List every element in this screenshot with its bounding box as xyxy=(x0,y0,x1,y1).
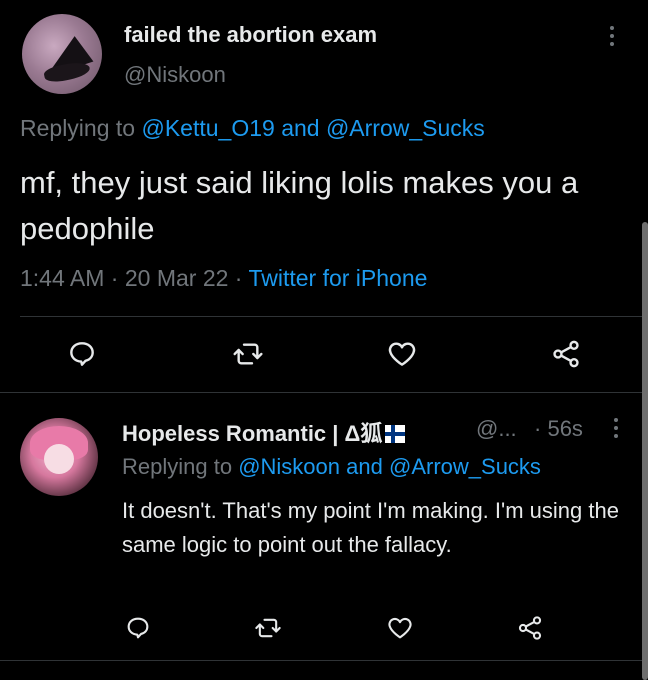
mention-link[interactable]: @Niskoon xyxy=(238,454,340,479)
replying-and: and xyxy=(346,454,383,479)
reply-icon[interactable] xyxy=(124,614,152,642)
separator: · xyxy=(234,265,243,291)
tweet-time[interactable]: 1:44 AM xyxy=(20,265,104,291)
retweet-icon[interactable] xyxy=(232,338,264,370)
user-handle[interactable]: @Niskoon xyxy=(124,62,226,88)
divider xyxy=(0,392,648,393)
mention-link[interactable]: @Arrow_Sucks xyxy=(326,115,485,141)
replying-to-label: Replying to xyxy=(122,454,233,479)
tweet-time-value: 56s xyxy=(547,416,583,441)
tweet-text: It doesn't. That's my point I'm making. … xyxy=(122,498,619,557)
avatar[interactable] xyxy=(22,14,102,94)
like-icon[interactable] xyxy=(386,338,418,370)
tweet-date[interactable]: 20 Mar 22 xyxy=(125,265,229,291)
share-icon[interactable] xyxy=(516,614,544,642)
divider xyxy=(20,316,648,317)
display-name[interactable]: failed the abortion exam xyxy=(124,22,377,48)
replying-to-label: Replying to xyxy=(20,115,136,141)
replying-and: and xyxy=(281,115,320,141)
finland-flag-icon xyxy=(385,425,406,443)
mention-link[interactable]: @Kettu_O19 xyxy=(141,115,274,141)
scrollbar[interactable] xyxy=(642,222,648,680)
separator: · xyxy=(534,416,542,441)
user-handle[interactable]: @... xyxy=(476,416,517,442)
more-options-icon[interactable] xyxy=(614,418,620,442)
more-options-icon[interactable] xyxy=(610,26,618,50)
reply-icon[interactable] xyxy=(66,338,98,370)
display-name[interactable]: Hopeless Romantic | Δ狐 xyxy=(122,416,406,448)
display-name-text: Hopeless Romantic | Δ狐 xyxy=(122,421,383,446)
divider xyxy=(0,660,648,661)
tweet-time[interactable]: · 56s xyxy=(534,416,583,442)
replying-to: Replying to @Kettu_O19 and @Arrow_Sucks xyxy=(20,115,485,142)
like-icon[interactable] xyxy=(386,614,414,642)
tweet-meta: 1:44 AM · 20 Mar 22 · Twitter for iPhone xyxy=(20,265,427,292)
avatar-image-shape xyxy=(44,444,74,474)
share-icon[interactable] xyxy=(550,338,582,370)
avatar[interactable] xyxy=(20,418,98,496)
tweet-source-link[interactable]: Twitter for iPhone xyxy=(248,265,427,291)
mention-link[interactable]: @Arrow_Sucks xyxy=(389,454,541,479)
replying-to: Replying to @Niskoon and @Arrow_Sucks xyxy=(122,454,541,480)
separator: · xyxy=(110,265,119,291)
retweet-icon[interactable] xyxy=(254,614,282,642)
tweet-text: mf, they just said liking lolis makes yo… xyxy=(20,165,579,246)
